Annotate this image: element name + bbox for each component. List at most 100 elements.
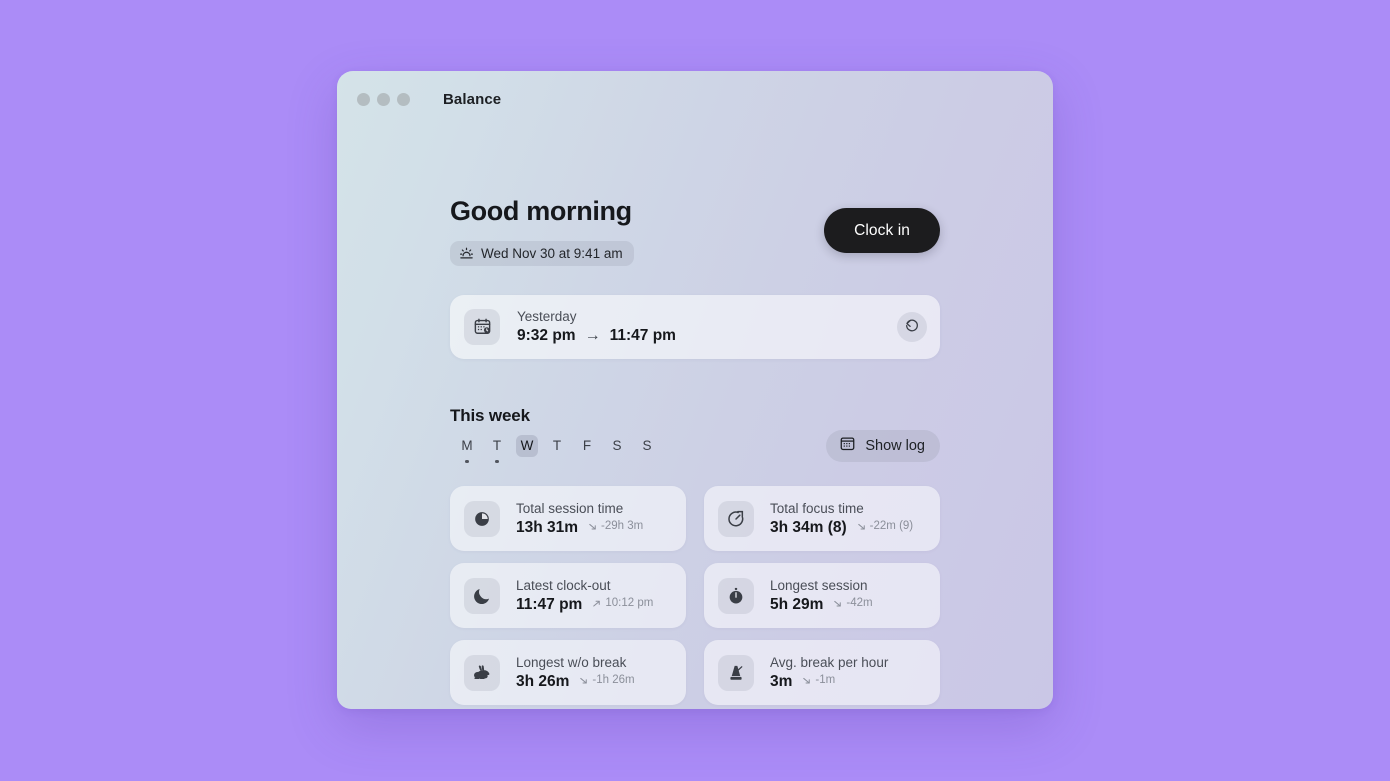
weekday-saturday[interactable]: S xyxy=(602,435,632,464)
weekday-activity-dot xyxy=(495,459,499,464)
weekday-letter: M xyxy=(461,438,473,454)
stat-card-latest-clock-out[interactable]: Latest clock-out 11:47 pm 10:12 pm xyxy=(450,563,686,629)
title-bar: Balance xyxy=(337,71,1053,127)
weekday-monday[interactable]: M xyxy=(452,435,482,464)
weekday-selector: M T W T F S S xyxy=(452,434,662,464)
weekday-letter: F xyxy=(582,438,592,454)
stat-label: Longest session xyxy=(770,578,868,594)
clock-in-button[interactable]: Clock in xyxy=(824,208,940,253)
stat-card-total-focus-time[interactable]: Total focus time 3h 34m (8) -22m (9) xyxy=(704,486,940,552)
stat-value: 11:47 pm xyxy=(516,595,583,613)
greeting-row: Good morning Wed Nov 30 at 9:41 am Clock… xyxy=(450,196,940,266)
stat-value: 5h 29m xyxy=(770,595,824,613)
this-week-header: This week M T W T F S S Show log xyxy=(450,406,940,464)
stat-value-row: 3m -1m xyxy=(770,673,888,691)
clock-filled-icon xyxy=(464,500,500,537)
stat-delta-text: -1m xyxy=(815,674,836,687)
weekday-wednesday[interactable]: W xyxy=(512,434,542,464)
stat-value: 3m xyxy=(770,672,793,690)
rabbit-icon xyxy=(464,654,500,691)
current-date-pill: Wed Nov 30 at 9:41 am xyxy=(450,240,634,266)
stat-card-longest-without-break[interactable]: Longest w/o break 3h 26m -1h 26m xyxy=(450,640,686,706)
undo-rotate-icon xyxy=(904,317,920,336)
weekday-tuesday[interactable]: T xyxy=(482,435,512,464)
stat-label: Longest w/o break xyxy=(516,655,627,671)
stat-delta-text: -1h 26m xyxy=(592,674,635,687)
window-controls xyxy=(357,92,410,106)
weekday-friday[interactable]: F xyxy=(572,435,602,464)
stat-text-block: Total focus time 3h 34m (8) -22m (9) xyxy=(770,500,913,537)
minimize-button[interactable] xyxy=(377,92,390,106)
stat-card-avg-break-per-hour[interactable]: Avg. break per hour 3m -1m xyxy=(704,640,940,706)
stat-value-row: 11:47 pm 10:12 pm xyxy=(516,596,653,614)
current-date-text: Wed Nov 30 at 9:41 am xyxy=(481,245,623,261)
stat-label: Total session time xyxy=(516,501,624,517)
restore-session-button[interactable] xyxy=(897,311,927,342)
app-window: Balance Good morning Wed Nov 30 at 9:41 … xyxy=(337,71,1053,709)
yesterday-session-card[interactable]: Yesterday 9:32 pm → 11:47 pm xyxy=(450,294,940,359)
stat-value-row: 5h 29m -42m xyxy=(770,596,873,614)
stat-label: Latest clock-out xyxy=(516,578,611,594)
stat-delta-text: -29h 3m xyxy=(601,520,644,533)
stopwatch-filled-icon xyxy=(718,577,754,614)
stat-delta: -29h 3m xyxy=(587,520,643,532)
week-left: This week M T W T F S S xyxy=(450,406,662,464)
show-log-label: Show log xyxy=(865,437,925,454)
metronome-icon xyxy=(718,654,754,691)
stat-value: 3h 26m xyxy=(516,672,570,690)
stat-value: 13h 31m xyxy=(516,518,579,536)
calendar-grid-icon xyxy=(839,435,856,456)
stat-card-longest-session[interactable]: Longest session 5h 29m -42m xyxy=(704,563,940,629)
calendar-clock-icon xyxy=(464,308,500,345)
weekday-sunday[interactable]: S xyxy=(632,435,662,464)
sunrise-icon xyxy=(459,246,474,261)
arrow-down-right-icon xyxy=(834,600,842,607)
stat-label: Total focus time xyxy=(770,501,864,517)
weekday-letter: T xyxy=(492,438,502,454)
weekday-thursday[interactable]: T xyxy=(542,435,572,464)
stat-text-block: Longest session 5h 29m -42m xyxy=(770,577,873,614)
show-log-button[interactable]: Show log xyxy=(826,429,940,462)
stat-label: Avg. break per hour xyxy=(770,655,889,671)
stat-value-row: 13h 31m -29h 3m xyxy=(516,519,643,537)
greeting-block: Good morning Wed Nov 30 at 9:41 am xyxy=(450,196,634,266)
main-content: Good morning Wed Nov 30 at 9:41 am Clock… xyxy=(337,196,1053,706)
weekday-letter: S xyxy=(612,438,622,454)
arrow-up-right-icon xyxy=(593,600,601,607)
weekday-activity-dot xyxy=(465,459,469,464)
arrow-down-right-icon xyxy=(580,677,588,684)
arrow-down-right-icon xyxy=(857,523,865,530)
stat-delta: -1m xyxy=(801,674,835,686)
arrow-down-right-icon xyxy=(589,523,596,530)
stat-delta: -22m (9) xyxy=(856,520,913,532)
weekday-letter: W xyxy=(516,434,538,457)
stat-delta: -42m xyxy=(832,597,873,610)
stat-value-row: 3h 34m (8) -22m (9) xyxy=(770,519,913,537)
yesterday-times: 9:32 pm → 11:47 pm xyxy=(517,327,897,345)
stat-text-block: Avg. break per hour 3m -1m xyxy=(770,654,888,691)
yesterday-start-time: 9:32 pm xyxy=(517,326,576,344)
yesterday-text-block: Yesterday 9:32 pm → 11:47 pm xyxy=(517,309,897,345)
moon-icon xyxy=(464,577,500,614)
stat-text-block: Longest w/o break 3h 26m -1h 26m xyxy=(516,654,635,691)
yesterday-end-time: 11:47 pm xyxy=(609,326,676,344)
arrow-down-right-icon xyxy=(803,677,811,684)
page-title: Good morning xyxy=(450,196,632,226)
stat-card-total-session-time[interactable]: Total session time 13h 31m -29h 3m xyxy=(450,486,686,552)
stat-value: 3h 34m (8) xyxy=(770,518,847,536)
this-week-title: This week xyxy=(450,405,530,425)
stat-delta-text: -42m xyxy=(846,597,873,610)
stat-delta-text: -22m (9) xyxy=(869,520,914,533)
stat-delta: -1h 26m xyxy=(578,674,635,687)
stat-value-row: 3h 26m -1h 26m xyxy=(516,673,635,691)
stat-delta-text: 10:12 pm xyxy=(605,597,654,610)
stat-delta: 10:12 pm xyxy=(591,597,653,609)
stat-text-block: Latest clock-out 11:47 pm 10:12 pm xyxy=(516,577,653,614)
app-title: Balance xyxy=(443,90,502,108)
weekday-letter: S xyxy=(642,438,652,454)
zoom-button[interactable] xyxy=(397,92,410,106)
stats-grid: Total session time 13h 31m -29h 3m Total… xyxy=(450,486,940,706)
close-button[interactable] xyxy=(357,92,370,106)
arrow-right-icon: → xyxy=(584,326,601,344)
stat-text-block: Total session time 13h 31m -29h 3m xyxy=(516,500,643,537)
